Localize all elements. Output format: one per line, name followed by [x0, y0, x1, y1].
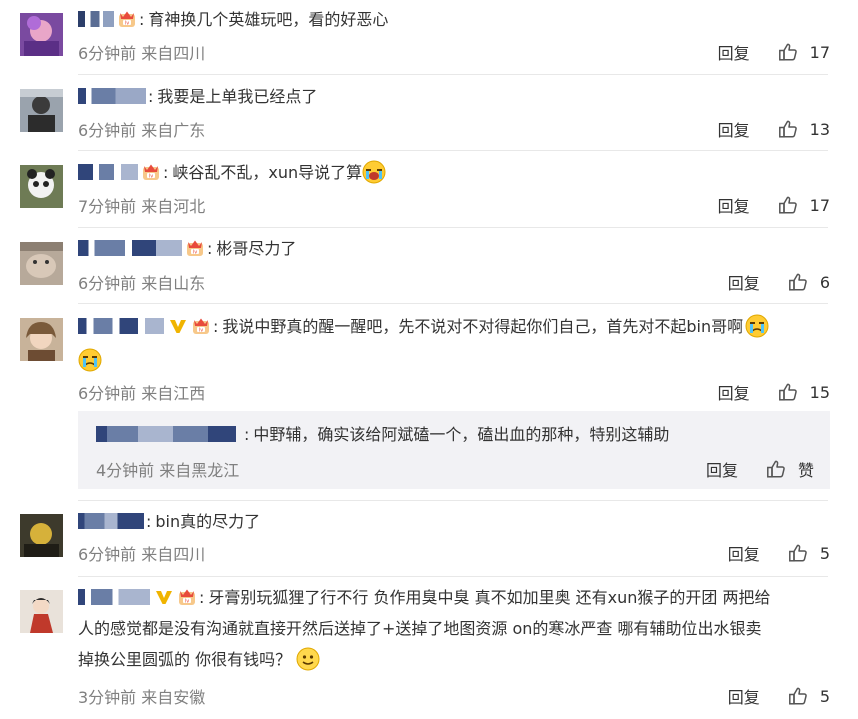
comment-text: 育神换几个英雄玩吧，看的好恶心: [148, 10, 389, 29]
crown-badge-icon: [141, 162, 161, 182]
like-button[interactable]: 6: [788, 272, 830, 292]
comment-text-line1: 牙膏别玩狐狸了行不行 负作用臭中臭 真不如加里奥 还有xun猴子的开团 两把给: [208, 588, 771, 607]
thumbs-up-icon: [778, 195, 798, 215]
like-count: 17: [809, 42, 830, 62]
reply-button[interactable]: 回复: [718, 380, 750, 404]
reply-button[interactable]: 回复: [728, 684, 760, 708]
username[interactable]: [96, 426, 236, 442]
crown-badge-icon: [117, 9, 137, 29]
comment-location: 来自广东: [141, 121, 206, 140]
avatar[interactable]: [20, 242, 63, 285]
username[interactable]: [78, 164, 138, 180]
comment-text-line2: 人的感觉都是没有沟通就直接开然后送掉了+送掉了地图资源 on的寒冰严查 哪有辅助…: [78, 619, 762, 638]
username[interactable]: [78, 240, 182, 256]
comment-text-line3: 掉换公里圆弧的 你很有钱吗？: [78, 650, 292, 669]
thumbs-up-icon: [778, 42, 798, 62]
avatar[interactable]: [20, 13, 63, 56]
like-button[interactable]: 5: [788, 543, 830, 563]
reply-button[interactable]: 回复: [718, 40, 750, 64]
cry-emoji-icon: [362, 160, 386, 184]
like-button[interactable]: 13: [778, 119, 830, 139]
comment-location: 来自四川: [141, 44, 206, 63]
avatar[interactable]: [20, 89, 63, 132]
like-count: 5: [819, 543, 830, 563]
comment-time: 6分钟前: [78, 384, 137, 403]
divider: [78, 227, 828, 228]
cry-emoji-icon: [78, 348, 102, 372]
comment-location: 来自四川: [141, 545, 206, 564]
thumbs-up-icon: [788, 272, 808, 292]
avatar[interactable]: [20, 165, 63, 208]
like-button[interactable]: 17: [778, 195, 830, 215]
like-count: 15: [809, 382, 830, 402]
crown-badge-icon: [185, 238, 205, 258]
divider: [78, 500, 828, 501]
sub-reply-location: 来自黑龙江: [159, 461, 240, 480]
crown-badge-icon: [177, 587, 197, 607]
like-count: 13: [809, 119, 830, 139]
reply-button[interactable]: 回复: [728, 270, 760, 294]
like-button[interactable]: 赞: [766, 457, 814, 481]
like-count: 6: [819, 272, 830, 292]
thumbs-up-icon: [778, 382, 798, 402]
sub-reply: : 中野辅，确实该给阿斌磕一个，磕出血的那种，特别这辅助 4分钟前 来自黑龙江 回…: [78, 411, 830, 489]
cry-emoji-icon: [745, 314, 769, 338]
thumbs-up-icon: [778, 119, 798, 139]
comment-time: 6分钟前: [78, 44, 137, 63]
thumbs-up-icon: [788, 686, 808, 706]
comment-text: 峡谷乱不乱，xun导说了算: [172, 163, 363, 182]
divider: [78, 74, 828, 75]
username[interactable]: [78, 318, 164, 334]
verified-badge-icon: [168, 316, 188, 336]
comment-time: 7分钟前: [78, 197, 137, 216]
comment-location: 来自江西: [141, 384, 206, 403]
like-count: 5: [819, 686, 830, 706]
reply-button[interactable]: 回复: [718, 117, 750, 141]
divider: [78, 576, 828, 577]
like-button[interactable]: 17: [778, 42, 830, 62]
avatar[interactable]: [20, 318, 63, 361]
username[interactable]: [78, 11, 114, 27]
comment-location: 来自安徽: [141, 688, 206, 707]
username[interactable]: [78, 513, 144, 529]
avatar[interactable]: [20, 590, 63, 633]
sub-reply-time: 4分钟前: [96, 461, 155, 480]
smile-emoji-icon: [296, 647, 320, 671]
reply-button[interactable]: 回复: [718, 193, 750, 217]
like-button[interactable]: 5: [788, 686, 830, 706]
like-button[interactable]: 15: [778, 382, 830, 402]
comment-text: bin真的尽力了: [155, 512, 261, 531]
sub-reply-text: 中野辅，确实该给阿斌磕一个，磕出血的那种，特别这辅助: [253, 425, 670, 444]
comment-time: 3分钟前: [78, 688, 137, 707]
comment-text: 我要是上单我已经点了: [157, 87, 318, 106]
comment-location: 来自山东: [141, 274, 206, 293]
comment-location: 来自河北: [141, 197, 206, 216]
divider: [78, 303, 828, 304]
comment-text: 彬哥尽力了: [216, 239, 297, 258]
comment-text: 我说中野真的醒一醒吧，先不说对不对得起你们自己，首先对不起bin哥啊: [222, 317, 744, 336]
reply-button[interactable]: 回复: [728, 541, 760, 565]
like-label: 赞: [797, 461, 814, 480]
divider: [78, 150, 828, 151]
like-count: 17: [809, 195, 830, 215]
thumbs-up-icon: [766, 459, 786, 479]
thumbs-up-icon: [788, 543, 808, 563]
verified-badge-icon: [154, 587, 174, 607]
crown-badge-icon: [191, 316, 211, 336]
comment-time: 6分钟前: [78, 274, 137, 293]
avatar[interactable]: [20, 514, 63, 557]
username[interactable]: [78, 589, 150, 605]
username[interactable]: [78, 88, 146, 104]
reply-button[interactable]: 回复: [706, 457, 738, 481]
comment-time: 6分钟前: [78, 121, 137, 140]
comment-time: 6分钟前: [78, 545, 137, 564]
